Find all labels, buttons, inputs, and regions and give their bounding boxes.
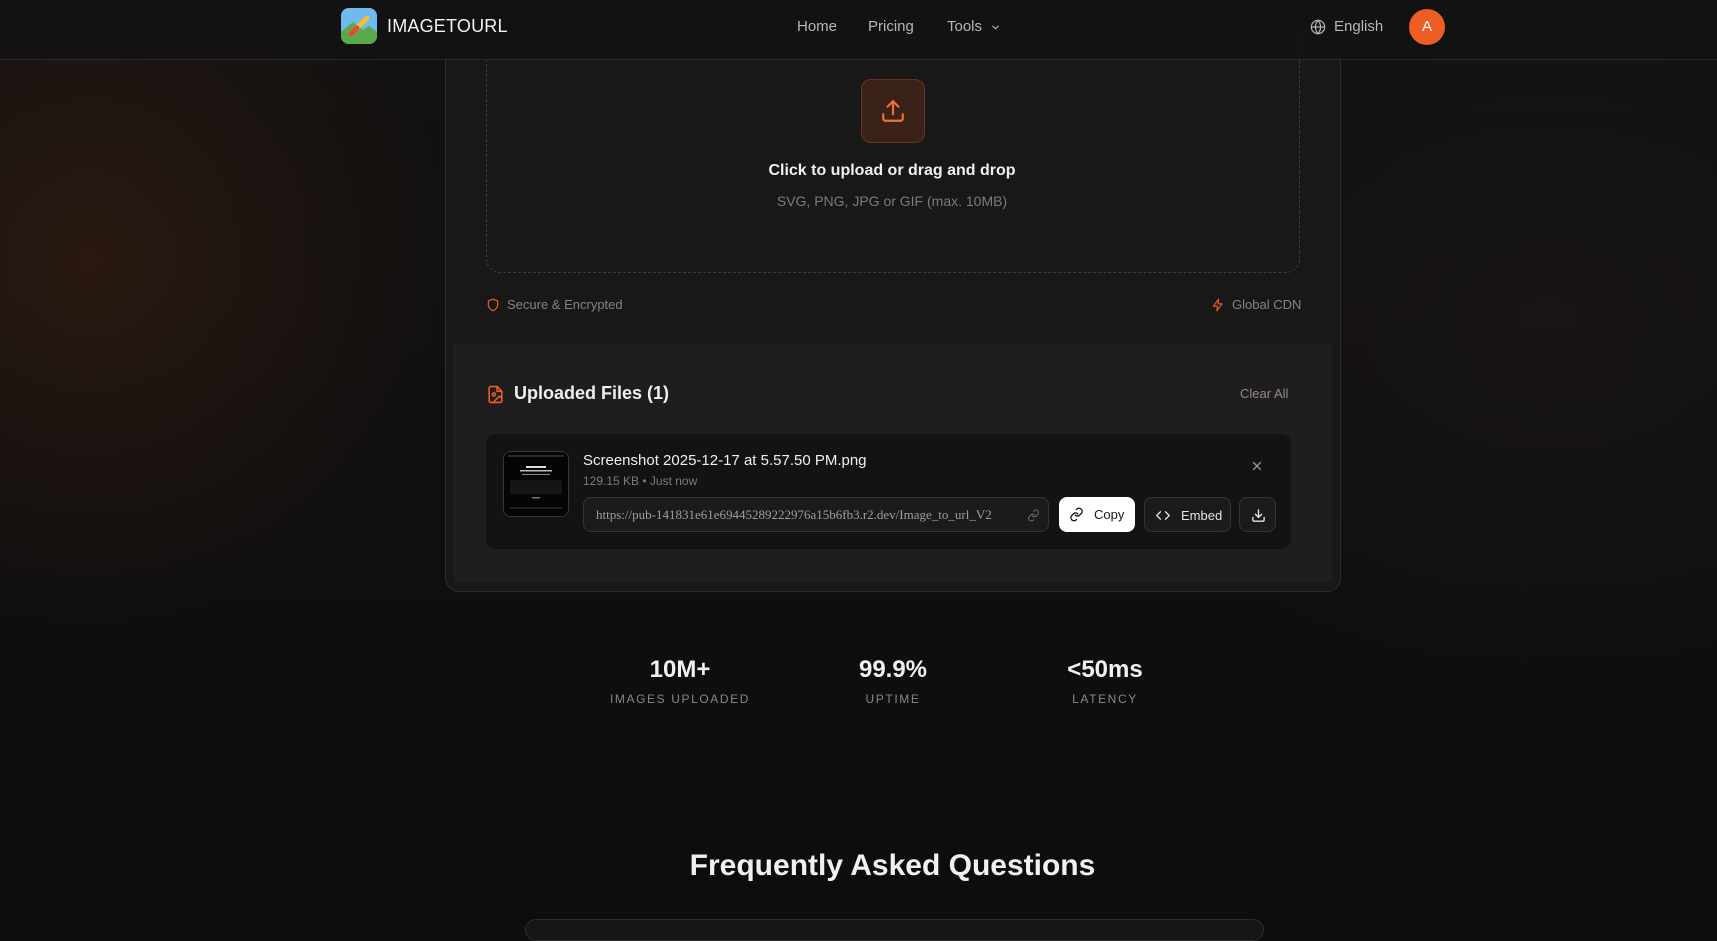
brand-name[interactable]: IMAGETOURL <box>387 16 508 37</box>
link-icon <box>1070 507 1083 522</box>
uploaded-files-title: Uploaded Files (1) <box>514 383 670 403</box>
download-button[interactable] <box>1239 497 1276 532</box>
language-label: English <box>1334 18 1384 35</box>
chevron-down-icon <box>992 25 999 30</box>
embed-button[interactable]: Embed <box>1144 497 1231 532</box>
code-icon <box>1156 511 1170 520</box>
stat-label-uptime: UPTIME <box>865 692 921 706</box>
secure-label: Secure & Encrypted <box>507 297 623 312</box>
link-icon[interactable] <box>1027 509 1040 522</box>
stat-value-uptime: 99.9% <box>858 656 928 683</box>
dropzone-subtitle: SVG, PNG, JPG or GIF (max. 10MB) <box>776 193 1008 209</box>
globe-icon <box>1310 19 1326 35</box>
shield-icon <box>487 298 499 312</box>
stat-label-latency: LATENCY <box>1072 692 1138 706</box>
copy-label: Copy <box>1094 507 1125 522</box>
cdn-label: Global CDN <box>1232 297 1302 312</box>
nav-pricing[interactable]: Pricing <box>868 18 914 35</box>
faq-item[interactable] <box>525 919 1264 941</box>
dropzone-title: Click to upload or drag and drop <box>768 162 1016 179</box>
copy-button[interactable]: Copy <box>1059 497 1135 532</box>
nav-tools-label: Tools <box>947 18 983 35</box>
lightning-icon <box>1212 298 1223 312</box>
top-navbar: IMAGETOURL Home Pricing Tools English A <box>0 0 1717 60</box>
logo-icon[interactable] <box>341 8 377 44</box>
stat-label-images: IMAGES UPLOADED <box>609 692 751 706</box>
file-meta: 129.15 KB • Just now <box>583 474 698 488</box>
upload-icon <box>882 100 904 122</box>
download-icon <box>1252 509 1265 522</box>
file-thumbnail <box>503 451 569 517</box>
nav-home[interactable]: Home <box>797 18 837 35</box>
nav-tools[interactable]: Tools <box>947 18 999 35</box>
file-name: Screenshot 2025-12-17 at 5.57.50 PM.png <box>583 452 867 469</box>
file-image-icon <box>488 385 503 404</box>
close-icon[interactable] <box>1250 459 1264 473</box>
avatar[interactable]: A <box>1409 9 1445 45</box>
upload-button[interactable] <box>861 79 925 143</box>
stat-value-latency: <50ms <box>1067 656 1143 683</box>
clear-all-button[interactable]: Clear All <box>1240 386 1288 401</box>
file-url-input[interactable] <box>583 497 1049 532</box>
embed-label: Embed <box>1181 508 1223 523</box>
faq-title: Frequently Asked Questions <box>689 849 1096 882</box>
stat-value-images: 10M+ <box>649 656 711 683</box>
